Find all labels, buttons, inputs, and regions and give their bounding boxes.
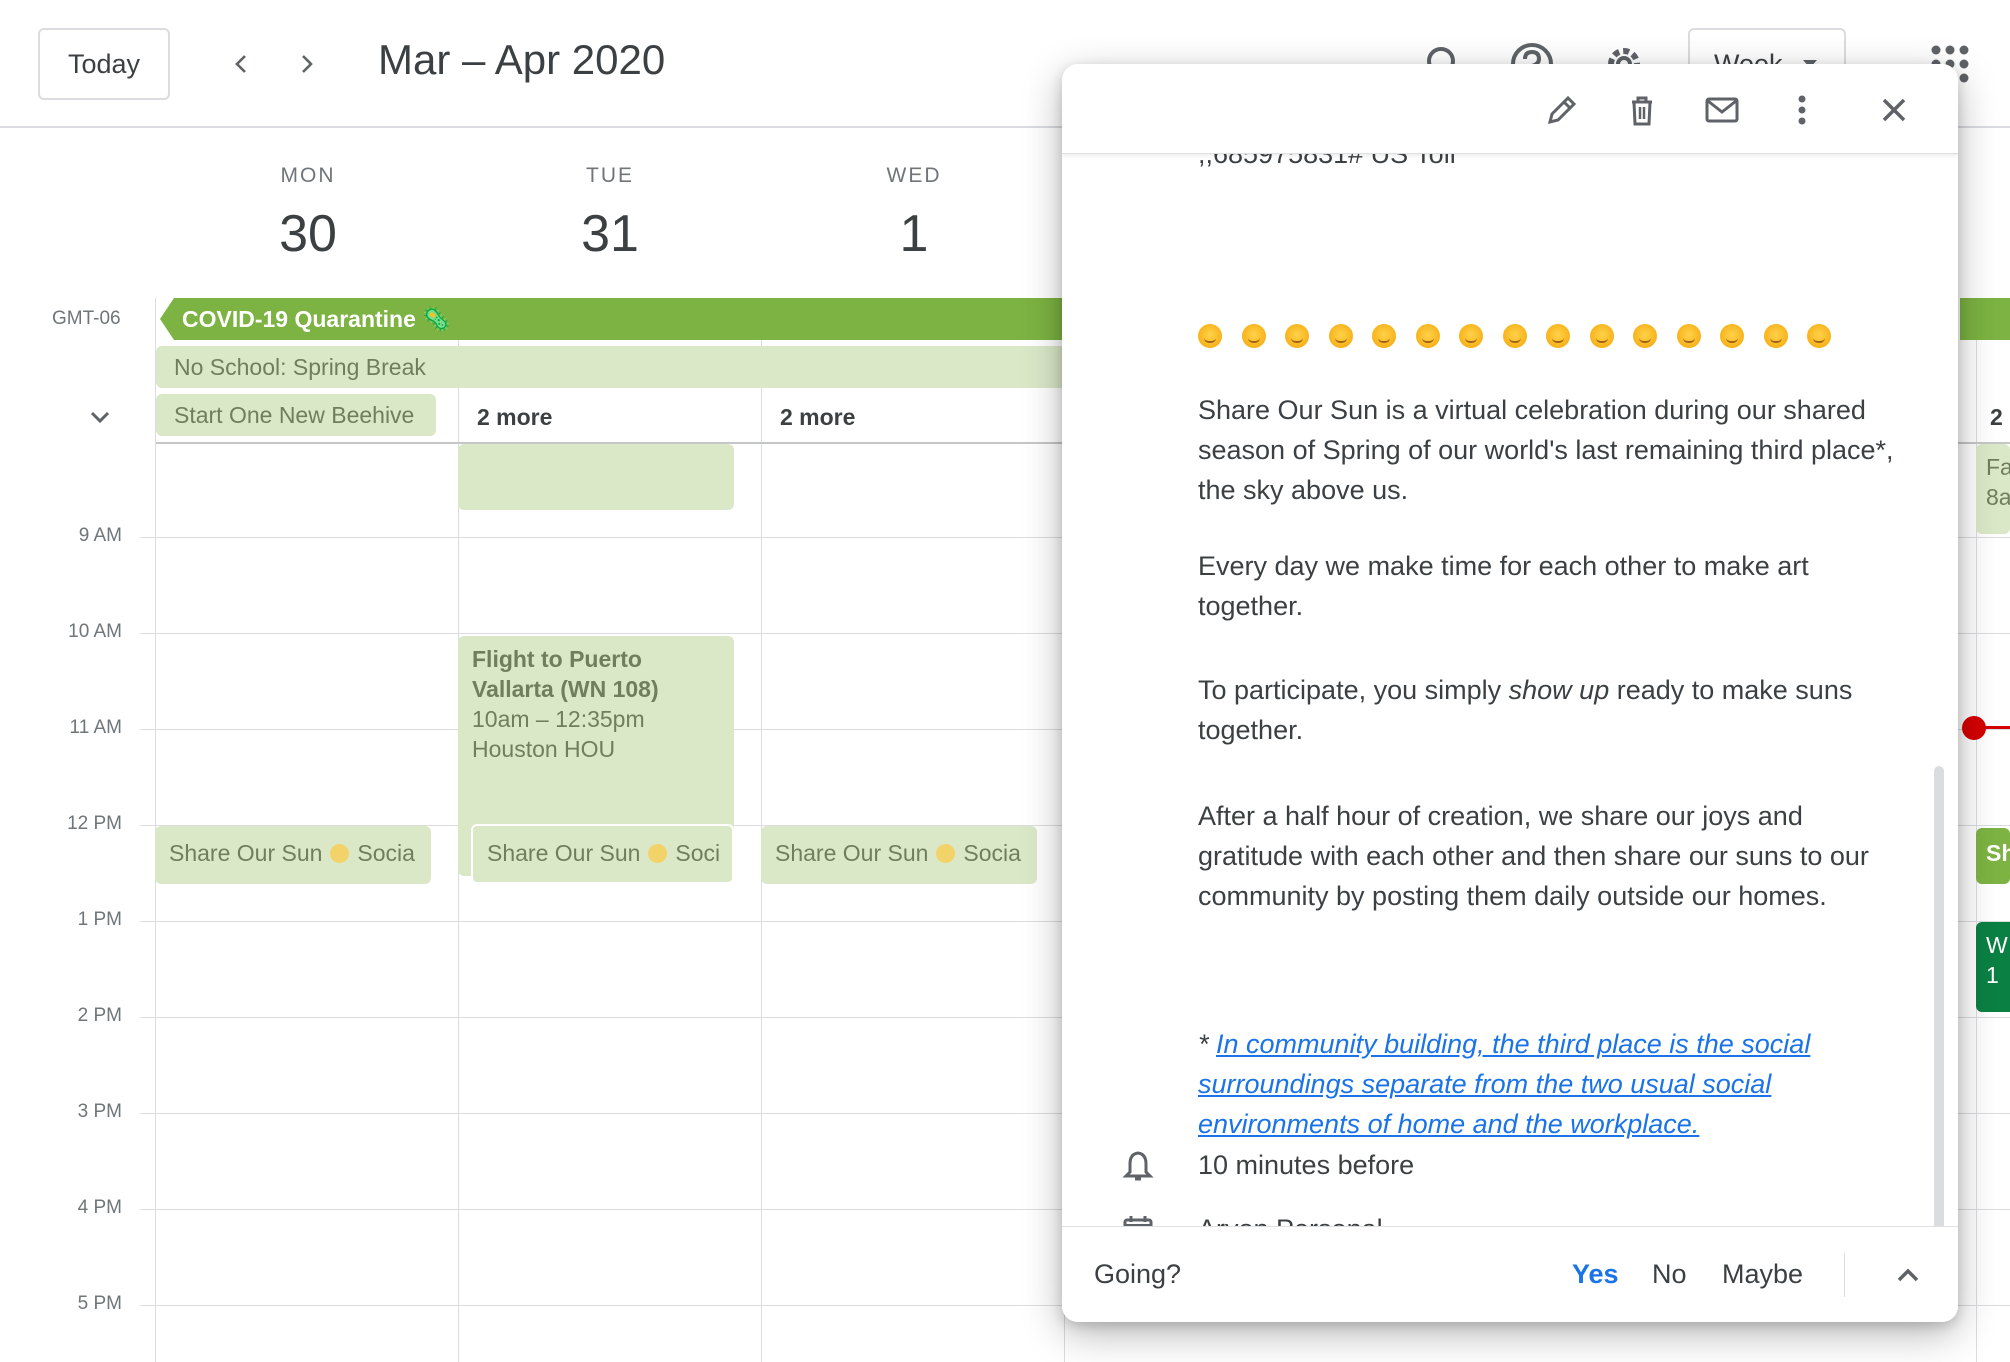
event-title: Share Our Sun [775,840,929,866]
event-partial-right-1[interactable]: Fa 8a [1976,444,2010,534]
rsvp-yes-button[interactable]: Yes [1572,1259,1619,1290]
current-time-line [1974,726,2010,729]
email-guests-icon[interactable] [1702,90,1742,130]
hour-label: 10 AM [68,621,122,642]
description-footnote: * In community building, the third place… [1198,1024,1898,1144]
hour-label: 5 PM [77,1293,122,1314]
edit-pencil-icon[interactable] [1542,90,1582,130]
event-time: 8a [1986,484,2010,510]
event-title: Fa [1986,454,2010,480]
description-paragraph-4: After a half hour of creation, we share … [1198,801,1869,911]
hour-label: 4 PM [77,1197,122,1218]
hour-label: 11 AM [69,717,122,738]
description-paragraph-1: Share Our Sun is a virtual celebration d… [1198,395,1894,505]
hour-label: 3 PM [77,1101,122,1122]
event-title: Share Our Sun [169,840,323,866]
sun-emoji-icon [1633,324,1657,348]
event-partial-right-2[interactable]: Sh [1976,828,2010,884]
event-title: W [1986,932,2008,958]
sun-emoji-icon [1720,324,1744,348]
sun-emoji-icon [1546,324,1570,348]
all-day-event-spring-break[interactable]: No School: Spring Break [156,346,1070,388]
sun-emoji-icon [1415,324,1440,348]
chevron-left-icon [235,55,246,73]
collapse-all-day-icon[interactable] [84,404,116,432]
event-title: Sh [1986,840,2010,866]
event-title: Flight to Puerto Vallarta (WN 108) [472,646,659,702]
sun-emoji-icon [1328,324,1353,348]
sun-emoji-icon [1241,324,1266,348]
event-location: Houston HOU [472,736,616,762]
event-time: 10am – 12:35pm [472,706,645,732]
chevron-up-icon[interactable] [1888,1255,1928,1295]
next-week-button[interactable] [280,38,332,90]
sun-emoji-icon [648,844,668,863]
hour-label: 2 PM [77,1005,122,1026]
close-icon[interactable] [1874,90,1914,130]
more-events-link[interactable]: 2 more [780,404,855,431]
previous-week-button[interactable] [216,38,268,90]
rsvp-maybe-button[interactable]: Maybe [1722,1259,1803,1290]
date-range-title: Mar – Apr 2020 [378,36,666,83]
all-day-event-covid-continuation[interactable] [1960,298,2010,340]
event-partial-right-3[interactable]: W 1 [1976,922,2010,1012]
chevron-right-icon [302,55,313,73]
day-number[interactable]: 1 [814,204,1014,264]
sun-emoji-icon [1676,324,1701,348]
rsvp-no-button[interactable]: No [1652,1259,1687,1290]
event-title: Share Our Sun [487,840,641,866]
bell-icon [1122,1151,1154,1181]
reminder-text: 10 minutes before [1198,1150,1415,1180]
day-of-week-label: MON [280,164,336,187]
event-block-tue-morning[interactable] [458,444,734,510]
sun-emoji-row [1198,324,1831,348]
sun-emoji-icon [1285,324,1309,348]
event-share-our-sun-tue[interactable]: Share Our Sun Soci [471,824,734,884]
footer-divider [1844,1253,1845,1297]
event-share-our-sun-wed[interactable]: Share Our Sun Socia [761,826,1037,884]
delete-trash-icon[interactable] [1622,90,1662,130]
sun-emoji-icon [1459,324,1483,348]
sun-emoji-icon [1502,324,1527,348]
popup-body: ,,685975831# US Toll Share Our Sun is a … [1062,154,1958,1290]
hour-label: 12 PM [67,813,122,834]
more-options-icon[interactable] [1782,90,1822,130]
event-share-our-sun-mon[interactable]: Share Our Sun Socia [155,826,431,884]
paragraph-3-emphasis: show up [1508,675,1610,705]
day-number[interactable]: 30 [208,204,408,264]
hour-label: 1 PM [77,909,122,930]
hour-label: 9 AM [78,525,122,546]
description-paragraph-3: To participate, you simply show up ready… [1198,670,1898,750]
dial-in-text: ,,685975831# US Toll [1198,154,1456,169]
sun-emoji-icon [1198,324,1222,348]
sun-emoji-icon [1372,324,1396,348]
popup-scrollbar[interactable] [1934,766,1944,1290]
day-of-week-label: WED [886,164,942,187]
third-place-link[interactable]: In community building, the third place i… [1198,1029,1810,1139]
event-detail-popup: ,,685975831# US Toll Share Our Sun is a … [1062,64,1958,1322]
going-label: Going? [1094,1259,1182,1289]
all-day-event-covid-quarantine[interactable]: COVID-19 Quarantine 🦠 [160,298,1070,340]
sun-emoji-icon [1807,324,1831,348]
footnote-star: * [1198,1029,1217,1059]
event-subtitle: Socia [963,840,1021,866]
more-events-link[interactable]: 2 [1990,404,2003,431]
day-of-week-label: TUE [586,164,634,187]
sun-emoji-icon [1763,324,1788,348]
description-paragraph-2: Every day we make time for each other to… [1198,551,1809,621]
sun-emoji-icon [1589,324,1614,348]
more-events-link[interactable]: 2 more [477,404,552,431]
all-day-event-beehive[interactable]: Start One New Beehive [156,394,436,436]
sun-emoji-icon [330,844,350,863]
paragraph-3-text: To participate, you simply [1198,675,1509,705]
rsvp-footer: Going? Yes No Maybe [1062,1226,1958,1322]
timezone-label: GMT-06 [52,308,121,329]
event-subtitle: Soci [675,840,721,866]
today-button[interactable]: Today [38,28,170,100]
day-number[interactable]: 31 [510,204,710,264]
sun-emoji-icon [936,844,956,863]
event-subtitle: Socia [357,840,415,866]
event-time: 1 [1986,962,1999,988]
popup-toolbar [1062,64,1958,154]
